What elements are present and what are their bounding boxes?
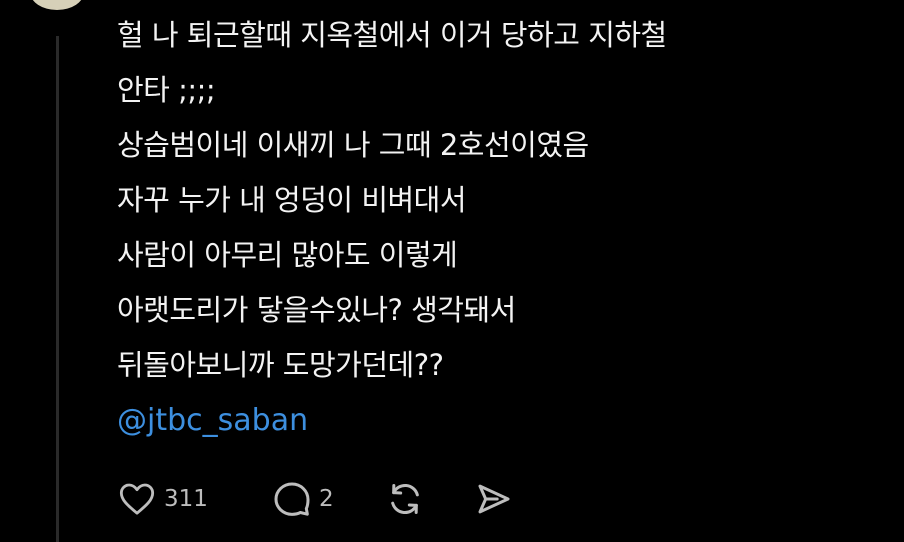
post-body: 헐 나 퇴근할때 지옥철에서 이거 당하고 지하철 안타 ;;;; 상습범이네 …: [117, 8, 877, 448]
post-text-line: 안타 ;;;;: [117, 73, 216, 107]
avatar[interactable]: [30, 0, 84, 10]
thread-line: [56, 36, 59, 542]
share-button[interactable]: [473, 479, 513, 519]
speech-bubble-icon: [272, 479, 312, 519]
repost-icon: [385, 479, 425, 519]
reply-count: 2: [319, 486, 334, 512]
reply-button[interactable]: 2: [272, 479, 385, 519]
repost-button[interactable]: [385, 479, 473, 519]
post-text-line: 아랫도리가 닿을수있나? 생각돼서: [117, 293, 516, 327]
heart-icon: [117, 479, 157, 519]
post-text-line: 상습범이네 이새끼 나 그때 2호선이였음: [117, 128, 589, 162]
like-count: 311: [164, 486, 208, 512]
like-button[interactable]: 311: [117, 479, 272, 519]
send-icon: [473, 479, 513, 519]
post-text-line: 사람이 아무리 많아도 이렇게: [117, 238, 458, 272]
mention-link[interactable]: @jtbc_saban: [117, 393, 877, 448]
post-text-line: 헐 나 퇴근할때 지옥철에서 이거 당하고 지하철: [117, 18, 667, 52]
post-text-line: 자꾸 누가 내 엉덩이 비벼대서: [117, 183, 467, 217]
post-text-line: 뒤돌아보니까 도망가던데??: [117, 348, 444, 382]
action-bar: 311 2: [117, 477, 513, 521]
